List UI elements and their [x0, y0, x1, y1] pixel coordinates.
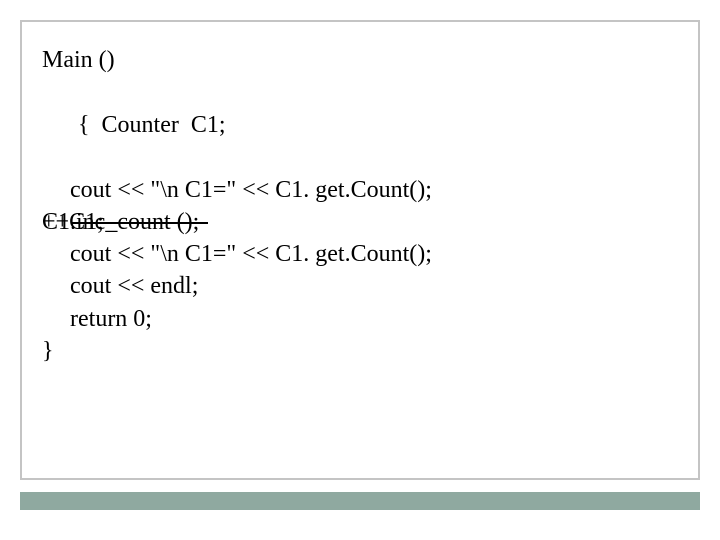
bottom-bar — [20, 492, 700, 510]
code-line-2: { Counter C1; — [42, 76, 678, 173]
decl: Counter C1; — [90, 112, 226, 138]
code-line-3: cout << "\n C1=" << C1. get.Count(); — [42, 174, 678, 206]
code-line-1: Main () — [42, 44, 678, 76]
code-line-5: cout << "\n C1=" << C1. get.Count(); — [42, 238, 678, 270]
code-line-8: } — [42, 335, 678, 367]
slide: Main () { Counter C1; cout << "\n C1=" <… — [0, 0, 720, 540]
code-line-7: return 0; — [42, 303, 678, 335]
strikethrough-line — [72, 222, 208, 224]
code-line-4: C1.inc_count (); ++C1; — [42, 206, 678, 238]
brace-open: { — [78, 112, 90, 138]
code-frame: Main () { Counter C1; cout << "\n C1=" <… — [20, 20, 700, 480]
code-line-6: cout << endl; — [42, 270, 678, 302]
